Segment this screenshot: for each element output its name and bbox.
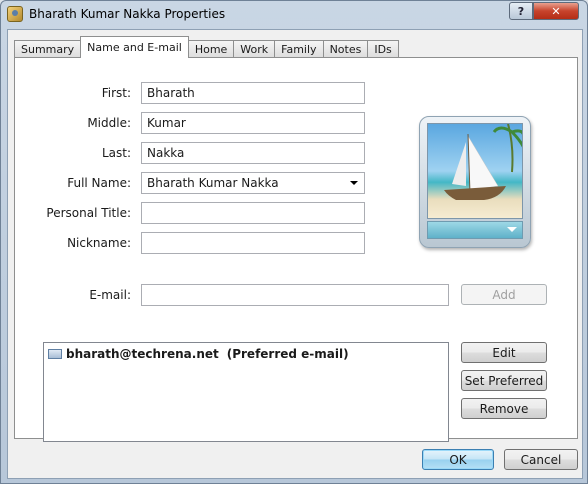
picture-options-bar[interactable] <box>427 221 523 239</box>
close-button[interactable]: ✕ <box>533 2 579 20</box>
nickname-label: Nickname: <box>67 236 131 250</box>
preferred-email-note: (Preferred e-mail) <box>226 347 349 361</box>
tab-strip: Summary Name and E-mail Home Work Family… <box>14 36 399 58</box>
ok-button[interactable]: OK <box>422 449 494 470</box>
add-email-button[interactable]: Add <box>461 284 547 305</box>
name-email-panel: First: Bharath Middle: Kumar Last: Nakka… <box>14 57 578 442</box>
last-label: Last: <box>101 146 131 160</box>
email-label: E-mail: <box>89 288 131 302</box>
chevron-down-icon <box>507 227 517 232</box>
email-address: bharath@techrena.net <box>66 347 219 361</box>
middle-name-field[interactable]: Kumar <box>141 112 365 134</box>
sailboat-image <box>444 124 522 200</box>
email-input[interactable] <box>141 284 449 306</box>
tab-work[interactable]: Work <box>233 40 276 58</box>
set-preferred-button[interactable]: Set Preferred <box>461 370 547 391</box>
first-label: First: <box>101 86 131 100</box>
first-name-field[interactable]: Bharath <box>141 82 365 104</box>
email-envelope-icon <box>48 349 62 359</box>
cancel-button[interactable]: Cancel <box>504 449 578 470</box>
personal-title-field[interactable] <box>141 202 365 224</box>
contact-picture <box>427 123 523 219</box>
dialog-client-area: Summary Name and E-mail Home Work Family… <box>7 29 583 479</box>
contact-picture-frame[interactable] <box>419 116 531 248</box>
remove-button[interactable]: Remove <box>461 398 547 419</box>
full-name-label: Full Name: <box>67 176 131 190</box>
email-list[interactable]: bharath@techrena.net (Preferred e-mail) <box>43 342 449 442</box>
tab-ids[interactable]: IDs <box>367 40 399 58</box>
contact-card-icon <box>7 6 23 22</box>
title-bar: Bharath Kumar Nakka Properties ? ✕ <box>1 1 587 27</box>
tab-family[interactable]: Family <box>274 40 324 58</box>
list-item[interactable]: bharath@techrena.net (Preferred e-mail) <box>48 347 349 361</box>
tab-name-and-email[interactable]: Name and E-mail <box>80 36 189 58</box>
tab-home[interactable]: Home <box>187 40 235 58</box>
help-button[interactable]: ? <box>509 2 533 20</box>
tab-summary[interactable]: Summary <box>14 40 82 58</box>
personal-title-label: Personal Title: <box>46 206 131 220</box>
middle-label: Middle: <box>87 116 131 130</box>
last-name-field[interactable]: Nakka <box>141 142 365 164</box>
properties-window: Bharath Kumar Nakka Properties ? ✕ Summa… <box>0 0 588 484</box>
window-title: Bharath Kumar Nakka Properties <box>29 7 226 21</box>
full-name-dropdown[interactable]: Bharath Kumar Nakka <box>141 172 365 194</box>
nickname-field[interactable] <box>141 232 365 254</box>
tab-notes[interactable]: Notes <box>322 40 369 58</box>
edit-button[interactable]: Edit <box>461 342 547 363</box>
